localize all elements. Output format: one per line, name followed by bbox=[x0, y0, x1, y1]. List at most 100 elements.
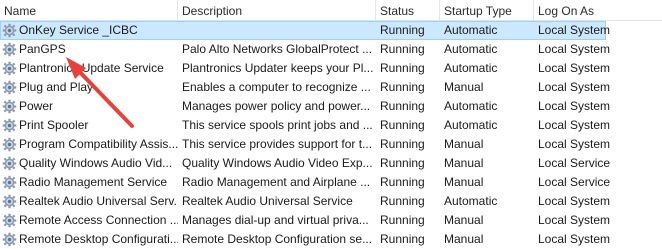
service-name: Radio Management Service bbox=[0, 173, 178, 192]
service-name-text: Realtek Audio Universal Serv... bbox=[19, 194, 178, 208]
service-startup-type: Automatic bbox=[444, 118, 498, 132]
service-name: Plug and Play bbox=[0, 78, 178, 97]
column-header-log-on-as[interactable]: Log On As bbox=[534, 0, 662, 20]
gear-icon bbox=[2, 137, 17, 152]
table-row[interactable]: Realtek Audio Universal Serv... Realtek A… bbox=[0, 192, 662, 211]
service-name-text: Quality Windows Audio Vid... bbox=[19, 156, 173, 170]
service-status: Running bbox=[380, 232, 425, 246]
service-log-on-as: Local System bbox=[538, 232, 611, 246]
service-startup-type: Automatic bbox=[444, 42, 498, 56]
service-description: Plantronics Updater keeps your Pl... bbox=[182, 61, 374, 75]
service-startup-type: Manual bbox=[444, 213, 484, 227]
service-log-on-as: Local Service bbox=[538, 156, 611, 170]
service-name-text: Radio Management Service bbox=[19, 175, 168, 189]
service-description: This service spools print jobs and ... bbox=[182, 118, 373, 132]
service-name: PanGPS bbox=[0, 40, 178, 59]
table-row[interactable]: Plug and Play Enables a computer to recog… bbox=[0, 78, 662, 97]
gear-icon bbox=[2, 194, 17, 209]
gear-icon bbox=[2, 23, 17, 38]
service-description: Manages dial-up and virtual priva... bbox=[182, 213, 369, 227]
column-header-row: Name Description Status Startup Type Log… bbox=[0, 0, 662, 21]
service-name: Realtek Audio Universal Serv... bbox=[0, 192, 178, 211]
service-status: Running bbox=[380, 213, 425, 227]
service-name-text: PanGPS bbox=[19, 42, 66, 56]
service-status: Running bbox=[380, 23, 425, 37]
service-status: Running bbox=[380, 118, 425, 132]
service-log-on-as: Local System bbox=[538, 213, 611, 227]
table-row[interactable]: Plantronics Update Service Plantronics Up… bbox=[0, 59, 662, 78]
gear-icon bbox=[2, 175, 17, 190]
service-startup-type: Manual bbox=[444, 156, 484, 170]
service-description: Remote Desktop Configuration se... bbox=[182, 232, 373, 246]
service-status: Running bbox=[380, 137, 425, 151]
service-log-on-as: Local System bbox=[538, 42, 611, 56]
column-header-description[interactable]: Description bbox=[178, 0, 376, 20]
service-log-on-as: Local System bbox=[538, 137, 611, 151]
gear-icon bbox=[2, 156, 17, 171]
service-log-on-as: Local System bbox=[538, 118, 611, 132]
service-name: Power bbox=[0, 97, 178, 116]
service-status: Running bbox=[380, 194, 425, 208]
service-name-text: Print Spooler bbox=[19, 118, 89, 132]
gear-icon bbox=[2, 42, 17, 57]
service-description: Manages power policy and power... bbox=[182, 99, 371, 113]
service-description: Quality Windows Audio Video Exp... bbox=[182, 156, 373, 170]
service-startup-type: Automatic bbox=[444, 99, 498, 113]
service-status: Running bbox=[380, 42, 425, 56]
service-name-text: Remote Desktop Configurati... bbox=[19, 232, 178, 246]
service-name: OnKey Service _ICBC bbox=[0, 21, 178, 40]
column-header-name[interactable]: Name bbox=[0, 0, 178, 20]
service-description: Radio Management and Airplane ... bbox=[182, 175, 371, 189]
table-row[interactable]: Radio Management Service Radio Management… bbox=[0, 173, 662, 192]
service-startup-type: Automatic bbox=[444, 194, 498, 208]
table-row[interactable]: Print Spooler This service spools print j… bbox=[0, 116, 662, 135]
service-name-text: Remote Access Connection ... bbox=[19, 213, 178, 227]
service-description: Palo Alto Networks GlobalProtect ... bbox=[182, 42, 373, 56]
service-name-text: Program Compatibility Assis... bbox=[19, 137, 178, 151]
gear-icon bbox=[2, 118, 17, 133]
service-status: Running bbox=[380, 80, 425, 94]
service-description: Enables a computer to recognize ... bbox=[182, 80, 371, 94]
service-startup-type: Automatic bbox=[444, 61, 498, 75]
service-name: Print Spooler bbox=[0, 116, 178, 135]
service-log-on-as: Local System bbox=[538, 99, 611, 113]
service-description bbox=[182, 21, 376, 40]
column-header-status[interactable]: Status bbox=[376, 0, 440, 20]
service-name: Remote Access Connection ... bbox=[0, 211, 178, 230]
gear-icon bbox=[2, 99, 17, 114]
service-log-on-as: Local Service bbox=[538, 175, 611, 189]
services-list: OnKey Service _ICBC Running Automatic Local… bbox=[0, 21, 662, 249]
service-name-text: Plantronics Update Service bbox=[19, 61, 164, 75]
gear-icon bbox=[2, 61, 17, 76]
service-log-on-as: Local System bbox=[538, 80, 611, 94]
table-row[interactable]: Quality Windows Audio Vid... Quality Wind… bbox=[0, 154, 662, 173]
service-name: Plantronics Update Service bbox=[0, 59, 178, 78]
table-row[interactable]: Power Manages power policy and power... Ru… bbox=[0, 97, 662, 116]
service-startup-type: Manual bbox=[444, 137, 484, 151]
service-status: Running bbox=[380, 61, 425, 75]
service-name: Quality Windows Audio Vid... bbox=[0, 154, 178, 173]
service-status: Running bbox=[380, 175, 425, 189]
table-row[interactable]: Remote Access Connection ... Manages dial… bbox=[0, 211, 662, 230]
gear-icon bbox=[2, 80, 17, 95]
service-name-text: Power bbox=[19, 99, 54, 113]
service-log-on-as: Local System bbox=[538, 61, 611, 75]
service-description: This service provides support for t... bbox=[182, 137, 373, 151]
service-startup-type: Manual bbox=[444, 80, 484, 94]
service-startup-type: Automatic bbox=[444, 23, 498, 37]
table-row[interactable]: Program Compatibility Assis... This servi… bbox=[0, 135, 662, 154]
table-row[interactable]: PanGPS Palo Alto Networks GlobalProtect .… bbox=[0, 40, 662, 59]
service-name: Remote Desktop Configurati... bbox=[0, 230, 178, 249]
service-name: Program Compatibility Assis... bbox=[0, 135, 178, 154]
service-startup-type: Manual bbox=[444, 175, 484, 189]
service-name-text: Plug and Play bbox=[19, 80, 94, 94]
service-log-on-as: Local System bbox=[538, 194, 611, 208]
service-startup-type: Manual bbox=[444, 232, 484, 246]
table-row-selected[interactable]: OnKey Service _ICBC Running Automatic Local… bbox=[0, 21, 610, 40]
service-status: Running bbox=[380, 99, 425, 113]
table-row[interactable]: Remote Desktop Configurati... Remote Desk… bbox=[0, 230, 662, 249]
service-log-on-as: Local System bbox=[538, 23, 611, 37]
service-status: Running bbox=[380, 156, 425, 170]
column-header-startup-type[interactable]: Startup Type bbox=[440, 0, 534, 20]
service-description: Realtek Audio Universal Service bbox=[182, 194, 353, 208]
